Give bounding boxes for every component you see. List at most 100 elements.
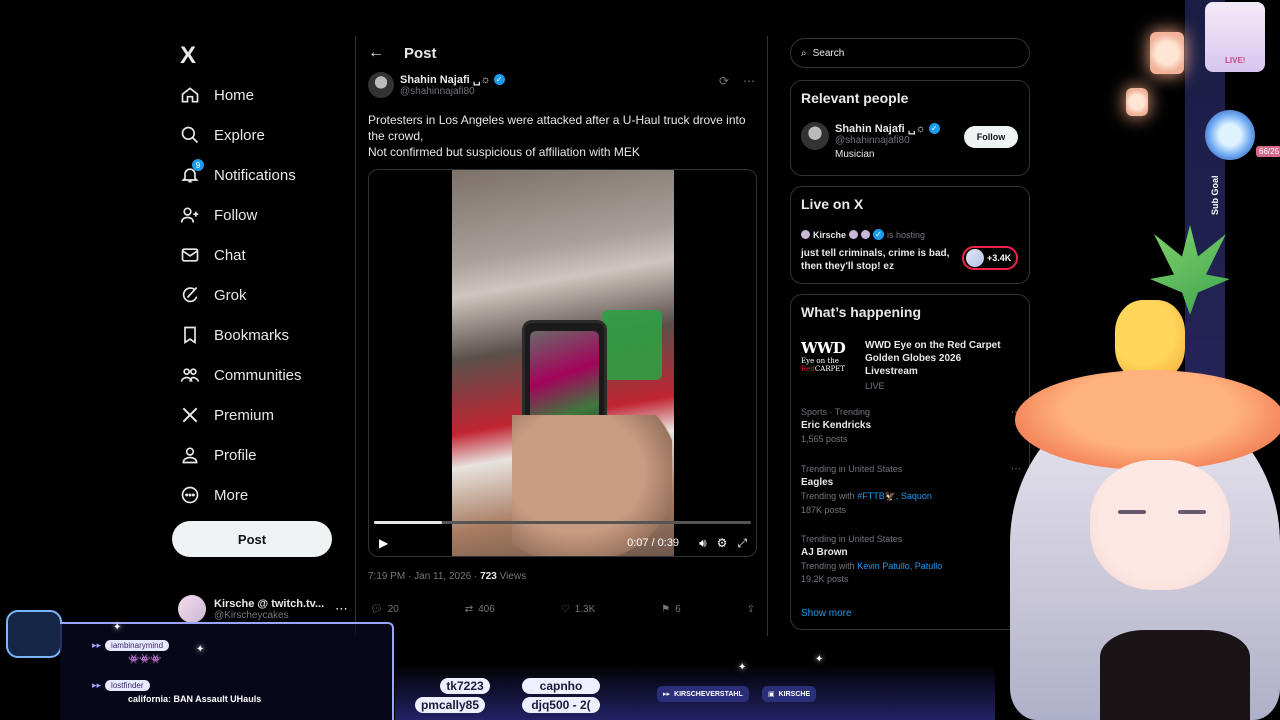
more-icon[interactable]: ⋯ (1011, 534, 1021, 545)
nav-label-more: More (214, 486, 249, 504)
card-title: Live on X (801, 196, 864, 212)
nav-item-grok[interactable]: Grok (180, 280, 247, 310)
nav-item-profile[interactable]: Profile (180, 440, 257, 470)
bell-icon: 9 (180, 159, 204, 185)
people-icon (180, 365, 200, 385)
trend-with: Trending with Kevin Patullo, Patullo (801, 561, 1021, 571)
relevant-person[interactable]: Shahin Najafi ␣☼ ✓ @shahinnajafi80 Music… (801, 122, 940, 160)
stream-bottom-bar: tk7223 capnho pmcally85 djq500 - 2( ▸▸ K… (395, 654, 995, 720)
live-badge-text: LIVE! (1225, 56, 1246, 65)
bookmark-icon: ⚑ (661, 604, 671, 615)
person-bio: Musician (835, 149, 875, 160)
video-time: 0:07 / 0:39 (627, 537, 680, 549)
nav-item-home[interactable]: Home (180, 80, 254, 110)
chat-username: iambinarymind (105, 640, 170, 651)
share-icon: ⇪ (746, 604, 755, 615)
account-switcher[interactable]: Kirsche @ twitch.tv... @Kirscheycakes ⋯ (178, 591, 348, 627)
reply-button[interactable]: 💬︎ 20 (370, 604, 399, 615)
fullscreen-icon[interactable]: ⤢ (737, 536, 747, 551)
x-logo-icon (180, 405, 200, 425)
post-button[interactable]: Post (172, 521, 332, 557)
more-icon[interactable]: ⋯ (335, 601, 348, 617)
logo-text: WWD (801, 339, 846, 357)
repost-button[interactable]: ⇄ 406 (465, 604, 495, 615)
sub-goal-orb (1205, 110, 1255, 160)
nav-label-bookmarks: Bookmarks (214, 326, 290, 344)
grok-icon (180, 285, 200, 305)
live-listeners-pill[interactable]: +3.4K (962, 246, 1018, 270)
post-text: Protesters in Los Angeles were attacked … (368, 112, 758, 160)
post-column: ← Post Shahin Najafi ␣☼ ✓ @shahinnajafi8… (355, 36, 768, 636)
host-name: Kirsche (813, 229, 847, 240)
video-scene-flag (602, 310, 662, 380)
nav-item-follow[interactable]: Follow (180, 200, 257, 230)
nav-label-follow: Follow (214, 206, 258, 224)
video-progress-bar[interactable] (374, 521, 751, 524)
trend-item[interactable]: Sports · Trending Eric Kendricks 1,565 p… (801, 407, 1021, 444)
bookmark-icon (180, 325, 200, 345)
settings-icon[interactable]: ⚙ (717, 536, 728, 550)
sparkle-icon: ✦ (738, 662, 747, 673)
trend-with-label: Trending with (801, 491, 858, 501)
sub-goal-label: Sub Goal (1210, 175, 1220, 215)
trend-with-link[interactable]: Kevin Patullo, Patullo (857, 561, 942, 571)
nav-item-bookmarks[interactable]: Bookmarks (180, 320, 289, 350)
chat-username: lostfinder (105, 680, 150, 691)
live-title[interactable]: just tell criminals, crime is bad, then … (801, 247, 951, 273)
more-icon[interactable]: ⋯ (743, 74, 755, 88)
bookmark-count: 6 (675, 604, 681, 615)
follow-button[interactable]: Follow (964, 126, 1018, 148)
author-name: Shahin Najafi ␣☼ (400, 74, 491, 86)
vtuber-eye (1178, 510, 1206, 514)
live-status: LIVE (865, 381, 885, 391)
featured-trend[interactable]: WWD Eye on the RedCARPET WWD Eye on the … (801, 339, 1010, 391)
vtuber-body (1100, 630, 1250, 720)
person-handle: @shahinnajafi80 (835, 135, 910, 146)
trend-item[interactable]: Trending in United States AJ Brown Trend… (801, 534, 1021, 584)
nav-item-communities[interactable]: Communities (180, 360, 302, 390)
video-progress-fill (374, 521, 442, 524)
trend-count: 187K posts (801, 505, 847, 515)
search-box[interactable]: ⌕ (790, 38, 1030, 68)
relevant-people-card: Relevant people Shahin Najafi ␣☼ ✓ @shah… (790, 80, 1030, 176)
post-actions: 💬︎ 20 ⇄ 406 ♡ 1.3K ⚑ 6 ⇪ (370, 604, 755, 615)
search-input[interactable] (812, 47, 993, 59)
more-icon[interactable]: ⋯ (1011, 464, 1021, 475)
nav-item-more[interactable]: More (180, 480, 248, 510)
nav-item-explore[interactable]: Explore (180, 120, 265, 150)
nav-item-notifications[interactable]: 9 Notifications (180, 159, 296, 190)
bookmark-button[interactable]: ⚑ 6 (661, 604, 681, 615)
verified-icon: ✓ (928, 123, 940, 134)
like-button[interactable]: ♡ 1.3K (561, 604, 596, 615)
nav-item-premium[interactable]: Premium (180, 400, 274, 430)
views-label: Views (496, 571, 527, 582)
nav-item-chat[interactable]: Chat (180, 240, 246, 270)
cat-mascot-icon (6, 610, 62, 658)
share-button[interactable]: ⇪ (747, 604, 755, 615)
video-controls: ▶ 0:07 / 0:39 🔊︎ ⚙ ⤢ (379, 534, 747, 552)
x-logo-icon[interactable]: X (180, 42, 196, 70)
verified-icon: ✓ (493, 74, 505, 85)
chat-message-text: california: BAN Assault UHauls (128, 694, 262, 704)
chat-message-text: 👾👾👾 (128, 654, 162, 664)
grok-icon[interactable]: ⟳ (719, 74, 729, 88)
post-timestamp[interactable]: 7:19 PM · Jan 11, 2026 · (368, 571, 480, 582)
trend-with-link[interactable]: #FTTB🦅, Saquon (857, 491, 932, 501)
play-icon[interactable]: ▶ (379, 536, 388, 550)
stream-overlay-right: LIVE! 66/25 Sub Goal (1010, 0, 1280, 720)
back-arrow-icon[interactable]: ← (368, 44, 384, 62)
social-tag: ▸▸ KIRSCHEVERSTAHL (657, 686, 749, 702)
video-player[interactable]: ▶ 0:07 / 0:39 🔊︎ ⚙ ⤢ (368, 169, 757, 557)
mail-icon (180, 245, 200, 265)
show-more-link[interactable]: Show more (801, 608, 852, 619)
cohost-avatar (861, 230, 871, 239)
volume-icon[interactable]: 🔊︎ (699, 536, 707, 551)
vtuber-hat-fruit (1115, 300, 1185, 380)
trend-item[interactable]: Trending in United States Eagles Trendin… (801, 464, 1021, 515)
more-icon[interactable]: ⋯ (1011, 407, 1021, 418)
avatar (178, 595, 206, 623)
verified-icon: ✓ (873, 229, 885, 240)
live-host[interactable]: Kirsche ✓ is hosting (801, 229, 925, 240)
chat-message: ▸▸ iambinarymind (92, 640, 170, 651)
post-author[interactable]: Shahin Najafi ␣☼ ✓ @shahinnajafi80 (368, 72, 505, 98)
